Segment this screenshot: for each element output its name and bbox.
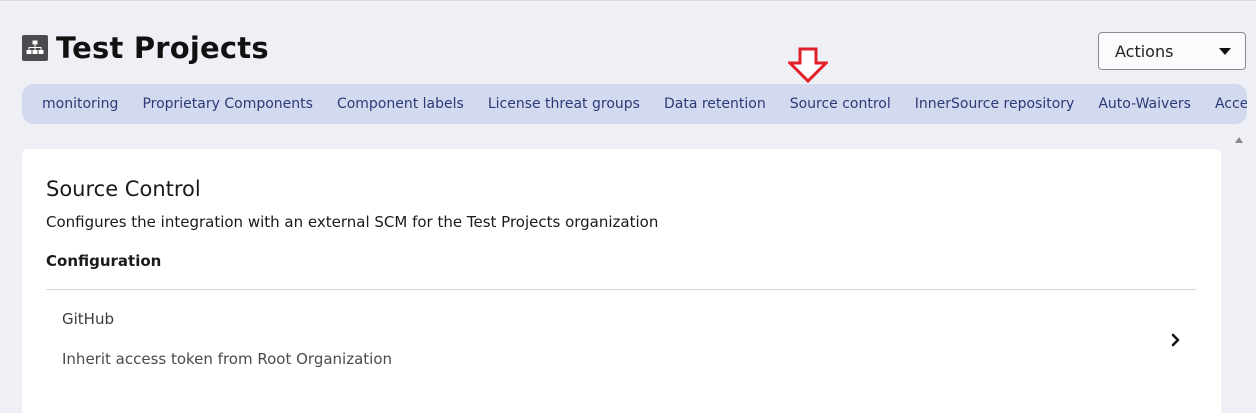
vertical-scrollbar[interactable] <box>1232 133 1246 413</box>
page-header: Test Projects <box>22 31 269 65</box>
tab-access[interactable]: Access <box>1203 84 1247 124</box>
tab-monitoring[interactable]: monitoring <box>22 84 130 124</box>
tab-component-labels[interactable]: Component labels <box>325 84 476 124</box>
caret-down-icon <box>1219 47 1231 55</box>
org-hierarchy-icon <box>22 35 48 61</box>
arrow-down-outline-icon <box>786 47 830 87</box>
scroll-up-arrow-icon[interactable] <box>1235 137 1243 143</box>
tab-proprietary-components[interactable]: Proprietary Components <box>130 84 325 124</box>
section-description: Configures the integration with an exter… <box>46 213 659 231</box>
source-control-card: Source Control Configures the integratio… <box>22 149 1221 413</box>
tab-source-control[interactable]: Source control <box>778 84 903 124</box>
token-setting: Inherit access token from Root Organizat… <box>62 350 392 368</box>
tab-innersource-repository[interactable]: InnerSource repository <box>903 84 1087 124</box>
tab-auto-waivers[interactable]: Auto-Waivers <box>1086 84 1203 124</box>
page-title: Test Projects <box>56 31 269 65</box>
tab-strip: monitoring Proprietary Components Compon… <box>22 84 1247 124</box>
provider-name: GitHub <box>62 310 114 328</box>
actions-label: Actions <box>1115 41 1174 61</box>
section-title: Source Control <box>46 177 201 201</box>
actions-dropdown-button[interactable]: Actions <box>1098 32 1246 70</box>
settings-tab-bar: monitoring Proprietary Components Compon… <box>22 84 1247 124</box>
configuration-heading: Configuration <box>46 252 162 270</box>
github-config-row[interactable]: GitHub Inherit access token from Root Or… <box>46 290 1196 400</box>
tab-data-retention[interactable]: Data retention <box>652 84 778 124</box>
chevron-right-icon[interactable] <box>1170 332 1182 351</box>
tab-license-threat-groups[interactable]: License threat groups <box>476 84 652 124</box>
